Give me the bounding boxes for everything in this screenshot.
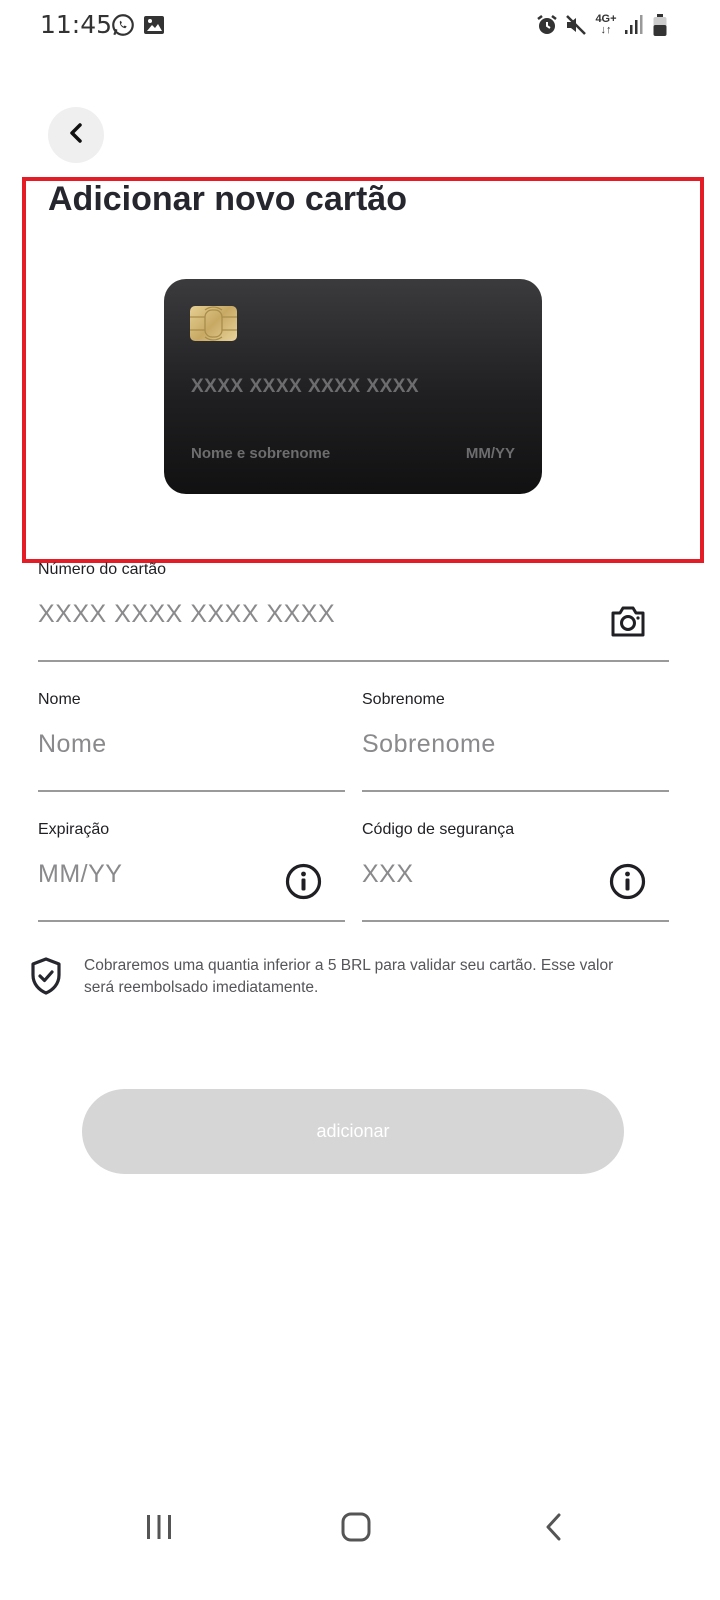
last-name-input[interactable]: [362, 724, 662, 764]
status-time: 11:45: [40, 10, 113, 39]
gallery-icon: [143, 12, 165, 43]
whatsapp-icon: [110, 12, 136, 43]
shield-check-icon: [30, 957, 62, 1000]
expiry-info-icon[interactable]: [285, 863, 322, 905]
status-bar: 11:45 4G+ ↓↑: [0, 0, 720, 54]
cvv-underline: [362, 920, 669, 922]
cvv-info-icon[interactable]: [609, 863, 646, 905]
chevron-left-icon: [66, 122, 86, 149]
first-name-input[interactable]: [38, 724, 338, 764]
card-number-label: Número do cartão: [38, 561, 167, 578]
back-icon[interactable]: [540, 1510, 568, 1549]
alarm-icon: [535, 12, 559, 43]
card-number-input[interactable]: [38, 594, 598, 634]
mute-icon: [564, 12, 588, 43]
home-icon[interactable]: [339, 1510, 373, 1549]
expiry-label: Expiração: [38, 821, 110, 838]
signal-icon: [623, 12, 645, 41]
card-number-underline: [38, 660, 669, 662]
expiry-input[interactable]: [38, 854, 268, 894]
camera-icon[interactable]: [609, 603, 647, 644]
back-button[interactable]: [48, 107, 104, 163]
add-card-button[interactable]: adicionar: [82, 1089, 624, 1174]
last-name-label: Sobrenome: [362, 691, 445, 708]
battery-icon: [652, 14, 668, 43]
cvv-label: Código de segurança: [362, 821, 515, 838]
network-label: 4G+: [595, 13, 617, 25]
recent-apps-icon[interactable]: [144, 1510, 174, 1549]
notice-text: Cobraremos uma quantia inferior a 5 BRL …: [84, 957, 614, 996]
expiry-underline: [38, 920, 345, 922]
first-name-underline: [38, 790, 345, 792]
first-name-label: Nome: [38, 691, 81, 708]
highlight-box: [22, 177, 704, 563]
last-name-underline: [362, 790, 669, 792]
network-4g-icon: 4G+ ↓↑: [595, 13, 617, 36]
cvv-input[interactable]: [362, 854, 592, 894]
